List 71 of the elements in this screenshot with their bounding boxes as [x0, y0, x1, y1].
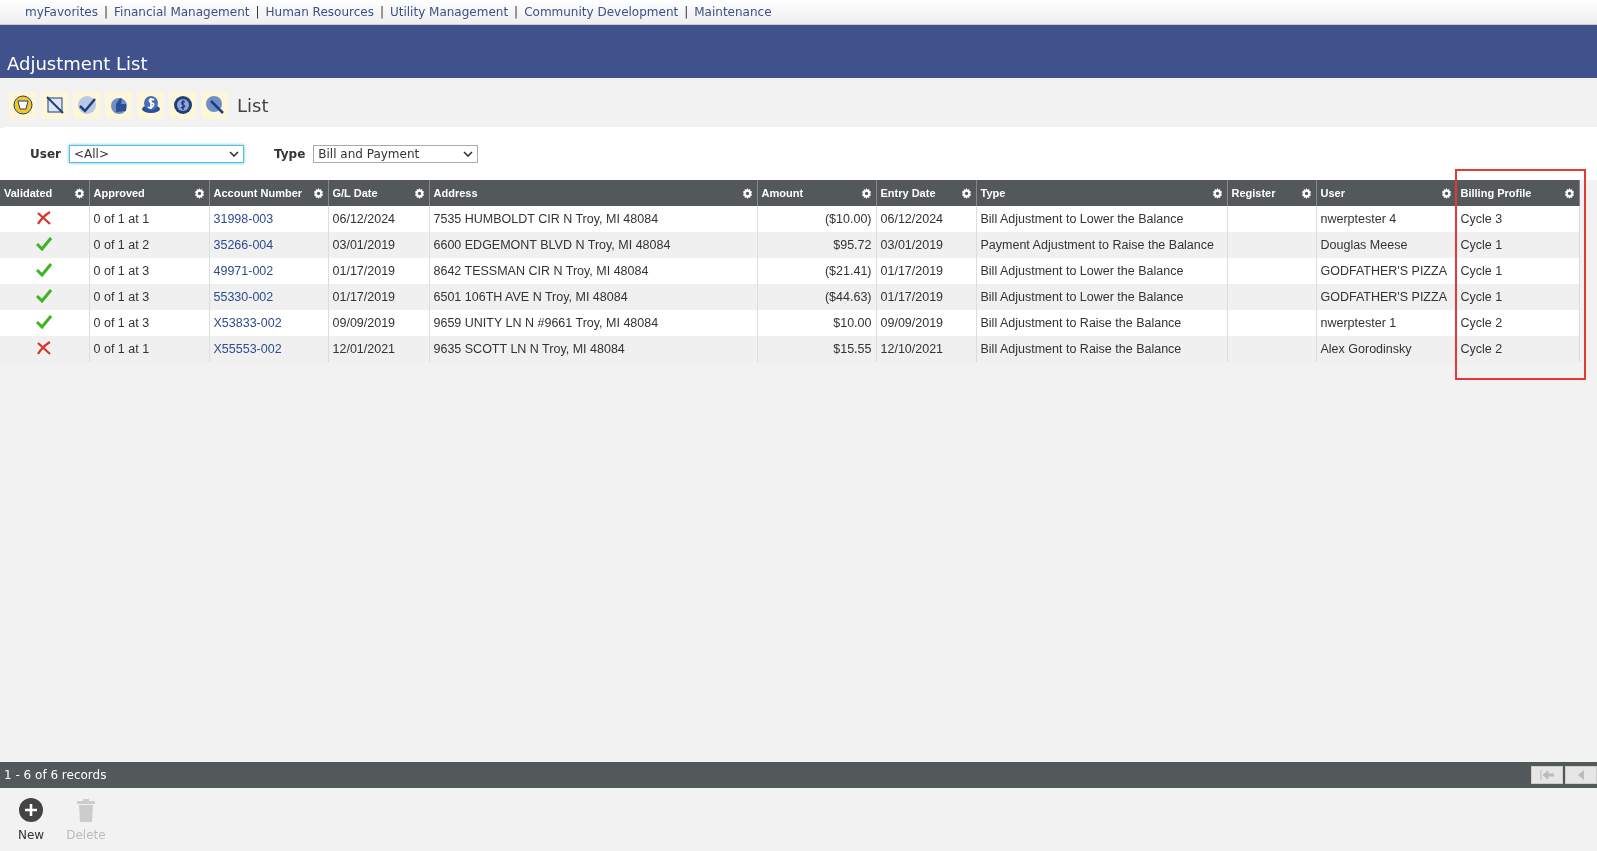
toolbar-button[interactable] — [73, 91, 100, 119]
toolbar-button[interactable] — [201, 91, 228, 119]
page-title: Adjustment List — [7, 53, 148, 74]
gear-icon[interactable] — [1563, 187, 1575, 199]
gear-icon[interactable] — [1440, 187, 1452, 199]
column-header[interactable]: Account Number — [209, 180, 328, 206]
account-link[interactable]: X55553-002 — [213, 342, 282, 356]
nav-link[interactable]: Financial Management — [114, 5, 250, 19]
nav-separator: | — [514, 5, 519, 19]
column-header[interactable]: Validated — [0, 180, 89, 206]
column-header[interactable]: User — [1316, 180, 1456, 206]
column-header[interactable]: G/L Date — [328, 180, 429, 206]
account-link[interactable]: 49971-002 — [213, 264, 274, 278]
table-cell: Alex Gorodinsky — [1316, 336, 1456, 362]
record-count: 1 - 6 of 6 records — [4, 768, 107, 782]
account-link[interactable]: 31998-003 — [213, 212, 274, 226]
account-link[interactable]: 55330-002 — [213, 290, 274, 304]
table-cell: 12/01/2021 — [328, 336, 429, 362]
checkmark-icon — [75, 94, 98, 116]
toolbar-button[interactable] — [105, 91, 132, 119]
nav-link[interactable]: Maintenance — [694, 5, 772, 19]
toolbar-button[interactable] — [137, 91, 164, 119]
toolbar-button[interactable] — [41, 91, 68, 119]
filter-label: Type — [273, 147, 306, 161]
nav-link[interactable]: myFavorites — [25, 5, 98, 19]
toolbar-label: List — [237, 94, 269, 116]
column-header[interactable]: Type — [976, 180, 1227, 206]
first-page-icon — [1540, 770, 1554, 780]
gear-icon[interactable] — [1211, 187, 1223, 199]
column-header[interactable]: Register — [1227, 180, 1316, 206]
nav-separator: | — [684, 5, 689, 19]
gear-icon[interactable] — [312, 187, 324, 199]
gear-icon[interactable] — [73, 187, 85, 199]
chevron-down-icon — [463, 151, 474, 157]
column-header[interactable]: Approved — [89, 180, 209, 206]
nav-separator: | — [379, 5, 384, 19]
nav-separator: | — [255, 5, 260, 19]
gear-icon[interactable] — [741, 187, 753, 199]
nav-separator: | — [104, 5, 109, 19]
trash-icon — [75, 797, 96, 822]
crossed-document-icon — [43, 94, 66, 116]
filter-label: User — [30, 147, 61, 161]
nav-link[interactable]: Community Development — [524, 5, 679, 19]
filter-dropdown[interactable]: <All> — [68, 145, 244, 163]
nav-link[interactable]: Utility Management — [389, 5, 509, 19]
toolbar-button[interactable] — [169, 91, 196, 119]
column-header[interactable]: Entry Date — [876, 180, 976, 206]
table-cell: 12/10/2021 — [876, 336, 976, 362]
gear-icon[interactable] — [413, 187, 425, 199]
column-header[interactable]: Amount — [757, 180, 876, 206]
gear-icon[interactable] — [860, 187, 872, 199]
toolbar-button[interactable] — [9, 91, 36, 119]
column-header[interactable]: Address — [429, 180, 757, 206]
table-cell: Cycle 2 — [1456, 336, 1579, 362]
table-cell: 0 of 1 at 1 — [89, 336, 209, 362]
nav-link[interactable]: Human Resources — [265, 5, 374, 19]
table-cell: 9635 SCOTT LN N Troy, MI 48084 — [429, 336, 757, 362]
chevron-down-icon — [228, 151, 239, 157]
table-cell: $15.55 — [757, 336, 876, 362]
account-link[interactable]: X53833-002 — [213, 316, 282, 330]
account-link[interactable]: 35266-004 — [213, 238, 274, 252]
plus-icon — [19, 797, 44, 822]
table-cell: Bill Adjustment to Raise the Balance — [976, 336, 1227, 362]
gear-icon[interactable] — [1300, 187, 1312, 199]
gear-icon[interactable] — [193, 187, 205, 199]
dollar-icon — [139, 94, 162, 116]
new-button[interactable]: New — [18, 797, 45, 842]
column-header[interactable]: Billing Profile — [1456, 180, 1579, 206]
filter-dropdown[interactable]: Bill and Payment — [313, 145, 479, 163]
dollar-cycle-icon — [171, 94, 194, 116]
gear-icon[interactable] — [960, 187, 972, 199]
